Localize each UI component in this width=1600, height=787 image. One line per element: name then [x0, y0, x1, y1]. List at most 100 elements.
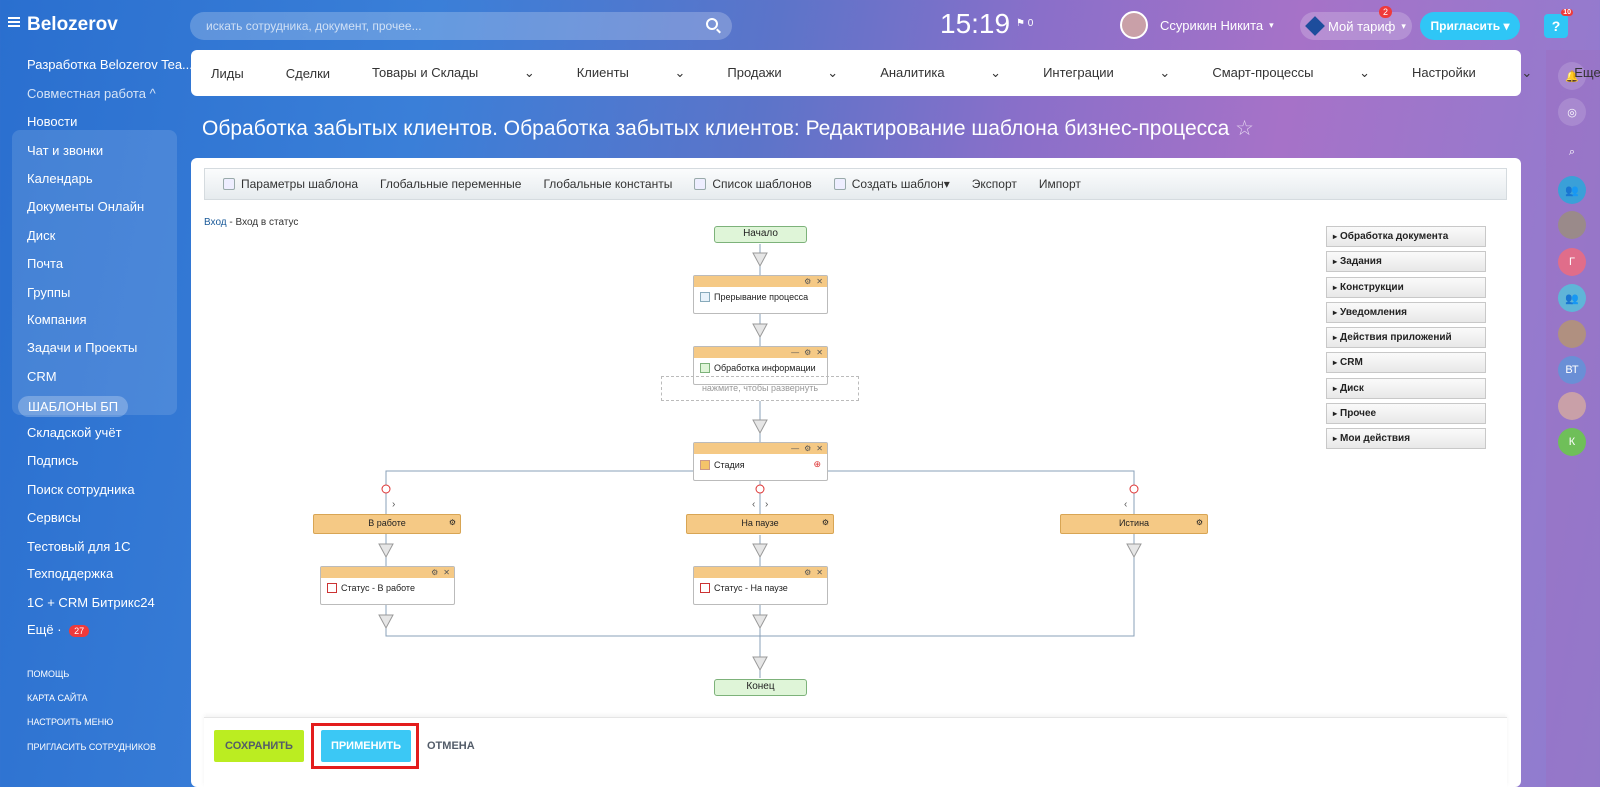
end-node[interactable]: Конец: [714, 679, 807, 696]
gear-icon[interactable]: ⚙: [804, 277, 811, 286]
gear-icon[interactable]: ⚙: [449, 515, 456, 531]
sidebar-item-crm[interactable]: CRM: [27, 369, 57, 384]
start-node[interactable]: Начало: [714, 226, 807, 243]
star-icon[interactable]: ☆: [1235, 117, 1254, 140]
block-status-in-work[interactable]: ⚙ ✕ Статус - В работе: [320, 566, 455, 605]
flag-counter[interactable]: ⚑ 0: [1016, 18, 1033, 29]
activity-group-tasks[interactable]: Задания: [1326, 251, 1486, 272]
activity-group-app-actions[interactable]: Действия приложений: [1326, 327, 1486, 348]
sidebar-item-bp-templates[interactable]: ШАБЛОНЫ БП: [18, 396, 129, 417]
activity-group-my-actions[interactable]: Мои действия: [1326, 428, 1486, 449]
nav-item-leads[interactable]: Лиды: [211, 66, 244, 81]
activity-group-notifications[interactable]: Уведомления: [1326, 302, 1486, 323]
search-input[interactable]: [190, 12, 690, 40]
block-status-paused[interactable]: ⚙ ✕ Статус - На паузе: [693, 566, 828, 605]
activity-group-constructs[interactable]: Конструкции: [1326, 277, 1486, 298]
search-icon[interactable]: [706, 18, 718, 30]
branch-paused[interactable]: На паузе ⚙: [686, 514, 834, 534]
nav-item-deals[interactable]: Сделки: [286, 66, 330, 81]
avatar-letter[interactable]: ВТ: [1558, 356, 1586, 384]
sidebar-link-configure-menu[interactable]: НАСТРОИТЬ МЕНЮ: [27, 717, 113, 727]
block-stage[interactable]: — ⚙ ✕ Стадия ⊕: [693, 442, 828, 481]
sidebar-item-company-name[interactable]: Разработка Belozerov Tea...: [27, 57, 193, 72]
activity-group-disk[interactable]: Диск: [1326, 378, 1486, 399]
nav-item-more[interactable]: Еще ⌄: [1574, 65, 1600, 81]
sidebar-item-collaboration[interactable]: Совместная работа ^: [27, 86, 156, 101]
sidebar-item-support[interactable]: Техподдержка: [27, 566, 113, 581]
nav-item-sales[interactable]: Продажи ⌄: [727, 65, 838, 81]
sidebar-item-tasks[interactable]: Задачи и Проекты: [27, 340, 137, 355]
expand-hint[interactable]: нажмите, чтобы развернуть: [661, 376, 859, 401]
sidebar-link-sitemap[interactable]: КАРТА САЙТА: [27, 693, 88, 703]
sidebar-item-docs[interactable]: Документы Онлайн: [27, 199, 144, 214]
chevron-down-icon: ▾: [1401, 20, 1406, 31]
avatar[interactable]: [1558, 211, 1586, 239]
sidebar-item-services[interactable]: Сервисы: [27, 510, 81, 525]
nav-item-clients[interactable]: Клиенты ⌄: [577, 65, 686, 81]
logo[interactable]: Belozerov: [27, 14, 118, 36]
apply-button[interactable]: ПРИМЕНИТЬ: [321, 730, 411, 762]
branch-true[interactable]: Истина ⚙: [1060, 514, 1208, 534]
avatar[interactable]: [1558, 392, 1586, 420]
sidebar-link-invite[interactable]: ПРИГЛАСИТЬ СОТРУДНИКОВ: [27, 742, 156, 752]
activity-group-docs[interactable]: Обработка документа: [1326, 226, 1486, 247]
add-branch-icon[interactable]: ⊕: [813, 459, 821, 470]
activity-group-crm[interactable]: CRM: [1326, 352, 1486, 373]
gear-icon[interactable]: ⚙: [804, 568, 811, 577]
search-box[interactable]: [190, 12, 732, 40]
avatar-letter[interactable]: К: [1558, 428, 1586, 456]
nav-item-smart[interactable]: Смарт-процессы ⌄: [1212, 65, 1370, 81]
close-icon[interactable]: ✕: [816, 568, 823, 577]
nav-item-label: Продажи: [727, 65, 782, 80]
avatar-letter[interactable]: Г: [1558, 248, 1586, 276]
sidebar-item-warehouse[interactable]: Складской учёт: [27, 425, 122, 440]
sidebar-item-1c-crm[interactable]: 1С + CRM Битрикс24: [27, 595, 155, 610]
close-icon[interactable]: ✕: [816, 348, 823, 357]
sidebar-item-groups[interactable]: Группы: [27, 285, 70, 300]
gear-icon[interactable]: ⚙: [822, 515, 829, 531]
group-icon[interactable]: 👥: [1558, 284, 1586, 312]
chat-icon[interactable]: ◎: [1558, 98, 1586, 126]
close-icon[interactable]: ✕: [816, 444, 823, 453]
sidebar-item-employee-search[interactable]: Поиск сотрудника: [27, 482, 135, 497]
sidebar-item-sign[interactable]: Подпись: [27, 453, 78, 468]
sidebar-item-test-1c[interactable]: Тестовый для 1С: [27, 539, 131, 554]
collapse-icon[interactable]: —: [791, 348, 799, 357]
svg-text:‹: ‹: [752, 499, 755, 510]
user-menu[interactable]: Ссурикин Никита ▾: [1120, 10, 1274, 40]
search-icon[interactable]: ⌕: [1558, 138, 1586, 166]
cancel-button[interactable]: ОТМЕНА: [427, 740, 475, 752]
gear-icon[interactable]: ⚙: [804, 348, 811, 357]
block-label: Стадия: [714, 459, 745, 470]
collapse-icon[interactable]: —: [791, 444, 799, 453]
avatar[interactable]: [1558, 320, 1586, 348]
save-button[interactable]: СОХРАНИТЬ: [214, 730, 304, 762]
invite-button[interactable]: Пригласить ▾: [1420, 12, 1520, 40]
nav-item-settings[interactable]: Настройки ⌄: [1412, 65, 1532, 81]
sidebar-item-more[interactable]: Ещё · 27: [27, 622, 90, 637]
sidebar-link-help[interactable]: ПОМОЩЬ: [27, 669, 69, 679]
nav-item-analytics[interactable]: Аналитика ⌄: [880, 65, 1001, 81]
gear-icon[interactable]: ⚙: [804, 444, 811, 453]
sidebar-item-mail[interactable]: Почта: [27, 256, 63, 271]
menu-icon[interactable]: [8, 17, 20, 27]
activity-group-other[interactable]: Прочее: [1326, 403, 1486, 424]
sidebar-item-company[interactable]: Компания: [27, 312, 87, 327]
sidebar-item-chat[interactable]: Чат и звонки: [27, 143, 103, 158]
sidebar-item-disk[interactable]: Диск: [27, 228, 55, 243]
close-icon[interactable]: ✕: [443, 568, 450, 577]
gear-icon[interactable]: ⚙: [431, 568, 438, 577]
clock[interactable]: 15:19: [940, 8, 1010, 40]
group-chat-icon[interactable]: 👥: [1558, 176, 1586, 204]
help-button[interactable]: ? 10: [1544, 9, 1573, 38]
branch-label: Истина: [1118, 518, 1150, 528]
tariff-button[interactable]: Мой тариф 2 ▾: [1300, 6, 1412, 40]
nav-item-integrations[interactable]: Интеграции ⌄: [1043, 65, 1170, 81]
close-icon[interactable]: ✕: [816, 277, 823, 286]
branch-in-work[interactable]: В работе ⚙: [313, 514, 461, 534]
nav-item-goods[interactable]: Товары и Склады ⌄: [372, 65, 535, 81]
block-interrupt[interactable]: ⚙ ✕ Прерывание процесса: [693, 275, 828, 314]
sidebar-item-news[interactable]: Новости: [27, 114, 77, 129]
gear-icon[interactable]: ⚙: [1196, 515, 1203, 531]
sidebar-item-calendar[interactable]: Календарь: [27, 171, 93, 186]
